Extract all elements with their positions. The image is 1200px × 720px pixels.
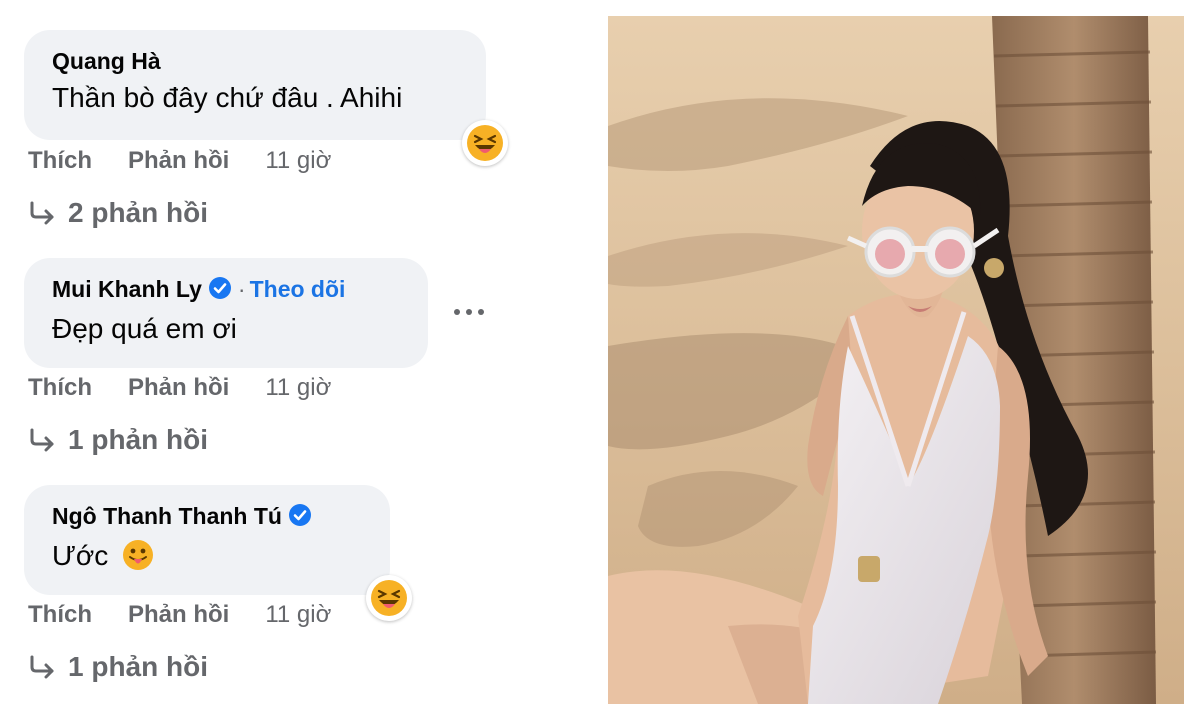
laughing-tongue-emoji-icon[interactable] bbox=[462, 120, 508, 166]
comment-text: Ước bbox=[52, 540, 109, 571]
like-link[interactable]: Thích bbox=[28, 374, 92, 402]
laughing-tongue-emoji-icon[interactable] bbox=[366, 575, 412, 621]
reply-link[interactable]: Phản hồi bbox=[128, 374, 229, 402]
comment-author-line: Mui Khanh Ly · Theo dõi bbox=[52, 274, 398, 307]
like-link[interactable]: Thích bbox=[28, 601, 92, 629]
comment: Ngô Thanh Thanh Tú Ước bbox=[24, 485, 412, 621]
comment-timestamp[interactable]: 11 giờ bbox=[265, 601, 331, 629]
like-link[interactable]: Thích bbox=[28, 147, 92, 175]
verified-badge-icon bbox=[288, 503, 312, 534]
comment-author-line: Ngô Thanh Thanh Tú bbox=[52, 501, 360, 534]
comment: Quang Hà Thần bò đây chứ đâu . Ahihi bbox=[24, 30, 508, 166]
follow-link[interactable]: Theo dõi bbox=[250, 276, 346, 302]
reply-arrow-icon bbox=[30, 655, 54, 679]
comment-timestamp[interactable]: 11 giờ bbox=[265, 374, 331, 402]
view-replies-link[interactable]: 2 phản hồi bbox=[28, 197, 208, 229]
more-options-icon[interactable] bbox=[452, 298, 486, 326]
comment-author[interactable]: Mui Khanh Ly bbox=[52, 276, 202, 302]
comment-author[interactable]: Ngô Thanh Thanh Tú bbox=[52, 503, 282, 529]
replies-count: 1 phản hồi bbox=[68, 651, 208, 682]
comment-actions: Thích Phản hồi 11 giờ bbox=[28, 374, 331, 402]
reply-link[interactable]: Phản hồi bbox=[128, 147, 229, 175]
reply-arrow-icon bbox=[30, 428, 54, 452]
verified-badge-icon bbox=[208, 276, 232, 307]
separator-dot: · bbox=[237, 276, 246, 302]
comment-bubble: Mui Khanh Ly · Theo dõi Đẹp quá em ơi bbox=[24, 258, 428, 368]
comment-bubble: Quang Hà Thần bò đây chứ đâu . Ahihi bbox=[24, 30, 508, 166]
reply-arrow-icon bbox=[30, 201, 54, 225]
view-replies-link[interactable]: 1 phản hồi bbox=[28, 424, 208, 456]
comment-text: Đẹp quá em ơi bbox=[52, 313, 237, 344]
beach-photo bbox=[608, 16, 1184, 704]
comment-bubble: Ngô Thanh Thanh Tú Ước bbox=[24, 485, 412, 621]
comment: Mui Khanh Ly · Theo dõi Đẹp quá em ơi bbox=[24, 258, 428, 368]
reply-link[interactable]: Phản hồi bbox=[128, 601, 229, 629]
comment-timestamp[interactable]: 11 giờ bbox=[265, 147, 331, 175]
comment-text-line: Ước bbox=[52, 538, 360, 580]
tongue-out-emoji-icon bbox=[122, 539, 154, 580]
comment-actions: Thích Phản hồi 11 giờ bbox=[28, 601, 331, 629]
comment-author[interactable]: Quang Hà bbox=[52, 46, 456, 76]
replies-count: 1 phản hồi bbox=[68, 424, 208, 455]
comment-text: Thần bò đây chứ đâu . Ahihi bbox=[52, 82, 403, 113]
comments-panel: Quang Hà Thần bò đây chứ đâu . Ahihi Thí… bbox=[0, 0, 600, 720]
view-replies-link[interactable]: 1 phản hồi bbox=[28, 651, 208, 683]
comment-actions: Thích Phản hồi 11 giờ bbox=[28, 147, 331, 175]
replies-count: 2 phản hồi bbox=[68, 197, 208, 228]
